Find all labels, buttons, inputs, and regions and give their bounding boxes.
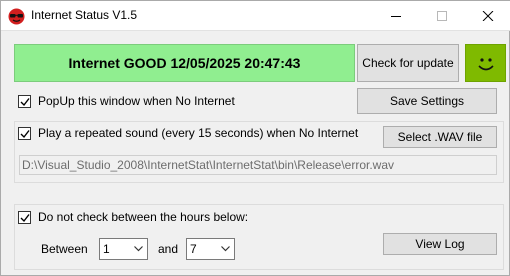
to-hour-select[interactable]: 7: [186, 238, 235, 260]
smiley-face-icon: [478, 58, 494, 71]
between-label: Between: [41, 242, 88, 256]
and-label: and: [158, 242, 179, 256]
from-hour-select[interactable]: 1: [99, 238, 148, 260]
app-window: Internet Status V1.5 Internet GOOD 12/05…: [0, 0, 510, 276]
hours-checkbox[interactable]: [18, 211, 31, 224]
view-log-button[interactable]: View Log: [383, 233, 497, 255]
chevron-down-icon: [134, 246, 143, 252]
select-wav-button[interactable]: Select .WAV file: [383, 126, 497, 148]
popup-label[interactable]: PopUp this window when No Internet: [38, 94, 235, 108]
wav-path-field: D:\Visual_Studio_2008\InternetStat\Inter…: [19, 155, 497, 175]
checkmark-icon: [20, 98, 30, 107]
save-settings-button[interactable]: Save Settings: [357, 88, 497, 114]
sound-label[interactable]: Play a repeated sound (every 15 seconds)…: [38, 126, 358, 140]
checkmark-icon: [20, 130, 30, 139]
checkmark-icon: [20, 214, 30, 223]
from-hour-value: 1: [103, 242, 110, 256]
sunglasses-app-icon: [8, 8, 25, 25]
sound-checkbox[interactable]: [18, 127, 31, 140]
status-smiley: [465, 44, 506, 82]
to-hour-value: 7: [190, 242, 197, 256]
check-for-update-button[interactable]: Check for update: [357, 44, 459, 82]
window-title: Internet Status V1.5: [31, 8, 138, 22]
minimize-button[interactable]: [373, 1, 419, 31]
popup-checkbox[interactable]: [18, 95, 31, 108]
close-button[interactable]: [465, 1, 510, 31]
internet-status-banner: Internet GOOD 12/05/2025 20:47:43: [14, 44, 355, 82]
title-bar[interactable]: Internet Status V1.5: [1, 1, 510, 31]
maximize-button[interactable]: [419, 1, 465, 31]
chevron-down-icon: [221, 246, 230, 252]
hours-label[interactable]: Do not check between the hours below:: [38, 210, 248, 224]
